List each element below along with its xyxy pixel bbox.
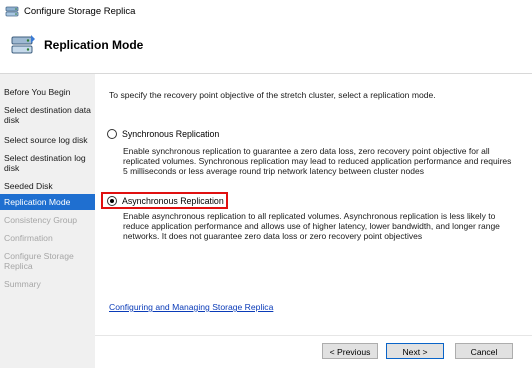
- previous-button[interactable]: < Previous: [322, 343, 378, 359]
- nav-item-before-you-begin[interactable]: Before You Begin: [4, 87, 92, 97]
- nav-item-replication-mode[interactable]: Replication Mode: [0, 194, 95, 210]
- synchronous-option[interactable]: Synchronous Replication: [107, 128, 219, 140]
- synchronous-label[interactable]: Synchronous Replication: [122, 129, 219, 139]
- nav-item-select-destination-log-disk[interactable]: Select destination log disk: [4, 153, 92, 173]
- nav-item-confirmation: Confirmation: [4, 233, 53, 243]
- asynchronous-radio[interactable]: [107, 196, 117, 206]
- intro-text: To specify the recovery point objective …: [109, 90, 436, 100]
- nav-item-consistency-group: Consistency Group: [4, 215, 78, 225]
- storage-replica-header-icon: [10, 33, 36, 57]
- nav-item-configure-storage-replica: Configure Storage Replica: [4, 251, 74, 271]
- help-link[interactable]: Configuring and Managing Storage Replica: [109, 302, 273, 312]
- footer-divider: [95, 335, 532, 336]
- asynchronous-description: Enable asynchronous replication to all r…: [123, 211, 500, 242]
- nav-item-select-source-log-disk[interactable]: Select source log disk: [4, 135, 92, 145]
- title-bar[interactable]: Configure Storage Replica: [0, 0, 532, 24]
- main-content: To specify the recovery point objective …: [95, 74, 532, 368]
- asynchronous-option[interactable]: Asynchronous Replication: [107, 195, 224, 207]
- next-button[interactable]: Next >: [386, 343, 444, 359]
- page-header: Replication Mode: [0, 24, 532, 72]
- nav-item-seeded-disk[interactable]: Seeded Disk: [4, 181, 92, 191]
- synchronous-radio[interactable]: [107, 129, 117, 139]
- asynchronous-label[interactable]: Asynchronous Replication: [122, 196, 224, 206]
- storage-replica-icon: [5, 5, 19, 18]
- configure-storage-replica-window: Configure Storage Replica Replication Mo…: [0, 0, 532, 368]
- synchronous-description: Enable synchronous replication to guaran…: [123, 146, 512, 177]
- nav-item-select-destination-data-disk[interactable]: Select destination data disk: [4, 105, 92, 125]
- cancel-button[interactable]: Cancel: [455, 343, 513, 359]
- wizard-steps-nav: Before You Begin Select destination data…: [0, 74, 95, 368]
- window-title: Configure Storage Replica: [24, 6, 136, 17]
- page-title: Replication Mode: [44, 38, 144, 52]
- nav-item-label: Replication Mode: [4, 197, 71, 207]
- nav-item-summary: Summary: [4, 279, 41, 289]
